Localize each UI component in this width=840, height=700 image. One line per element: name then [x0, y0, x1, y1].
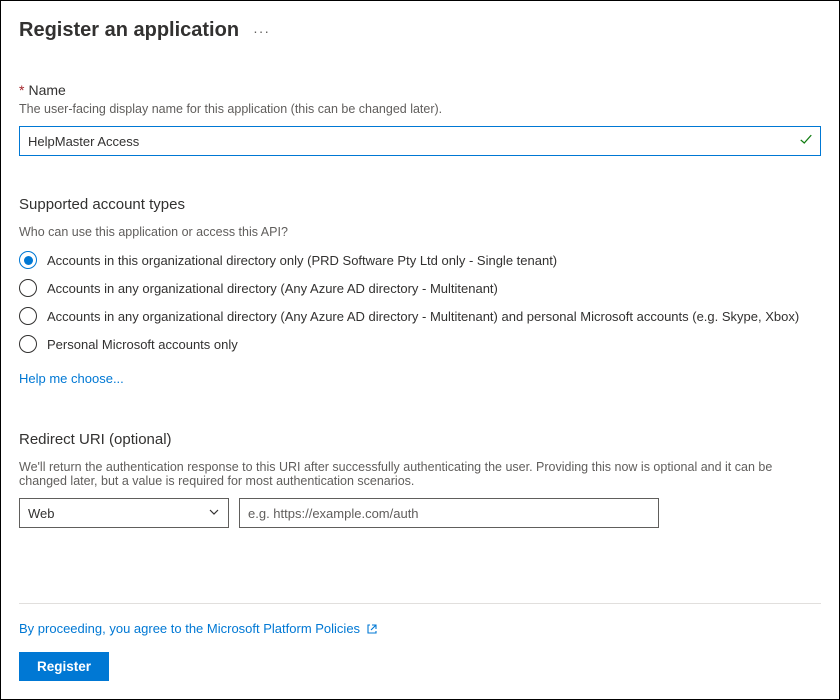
platform-policies-link[interactable]: By proceeding, you agree to the Microsof… — [19, 621, 378, 636]
name-label: *Name — [19, 82, 821, 98]
account-types-radio-group: Accounts in this organizational director… — [19, 251, 821, 353]
redirect-heading: Redirect URI (optional) — [19, 431, 821, 448]
register-button[interactable]: Register — [19, 652, 109, 681]
platform-select[interactable]: Web — [19, 498, 229, 528]
radio-label: Personal Microsoft accounts only — [47, 337, 238, 352]
radio-icon — [19, 279, 37, 297]
radio-icon — [19, 335, 37, 353]
radio-icon — [19, 307, 37, 325]
checkmark-icon — [799, 133, 813, 150]
name-help-text: The user-facing display name for this ap… — [19, 102, 821, 116]
radio-option-personal-only[interactable]: Personal Microsoft accounts only — [19, 335, 821, 353]
radio-option-multitenant[interactable]: Accounts in any organizational directory… — [19, 279, 821, 297]
page-title: Register an application — [19, 19, 239, 42]
external-link-icon — [366, 623, 378, 635]
radio-option-multitenant-personal[interactable]: Accounts in any organizational directory… — [19, 307, 821, 325]
help-me-choose-link[interactable]: Help me choose... — [19, 371, 124, 386]
divider — [19, 603, 821, 604]
app-name-input[interactable] — [19, 126, 821, 156]
account-types-heading: Supported account types — [19, 196, 821, 213]
radio-option-single-tenant[interactable]: Accounts in this organizational director… — [19, 251, 821, 269]
radio-label: Accounts in any organizational directory… — [47, 281, 498, 296]
account-types-help: Who can use this application or access t… — [19, 225, 821, 239]
platform-selected-label: Web — [28, 506, 55, 521]
radio-label: Accounts in this organizational director… — [47, 253, 557, 268]
more-icon[interactable]: ··· — [253, 23, 270, 39]
redirect-uri-input[interactable] — [239, 498, 659, 528]
radio-icon — [19, 251, 37, 269]
required-star-icon: * — [19, 82, 24, 98]
redirect-help: We'll return the authentication response… — [19, 460, 821, 488]
radio-label: Accounts in any organizational directory… — [47, 309, 799, 324]
chevron-down-icon — [208, 506, 220, 521]
